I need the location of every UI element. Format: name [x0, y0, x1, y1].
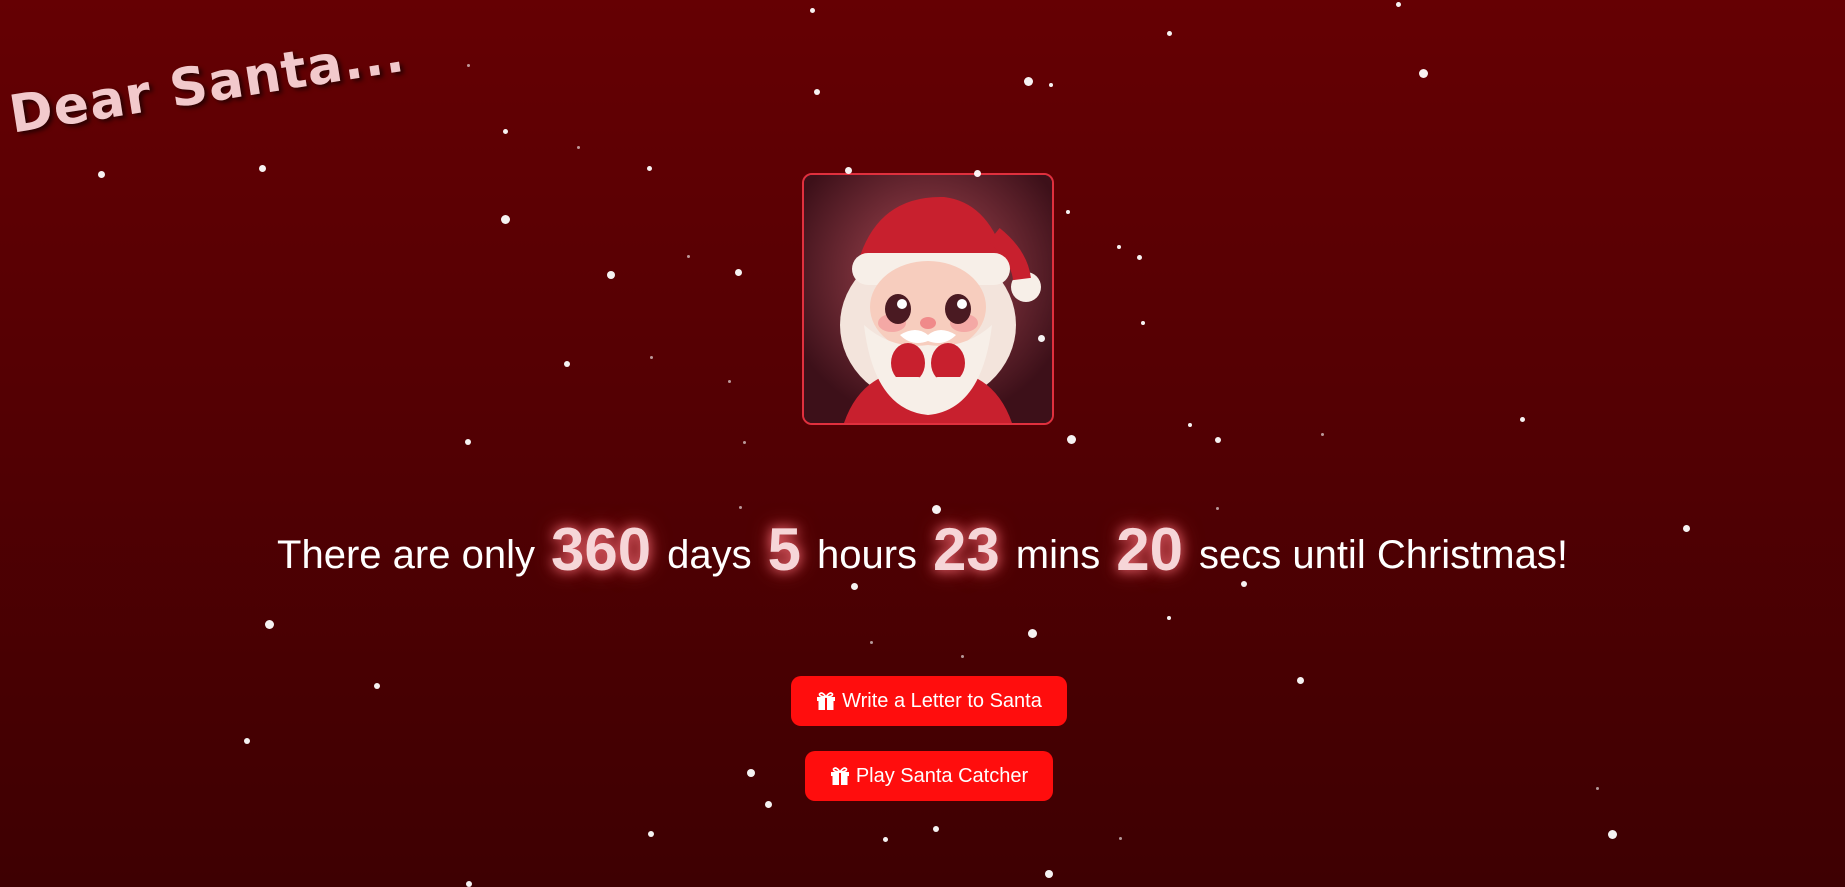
snowflake: [686, 254, 690, 258]
snowflake: [727, 379, 731, 383]
snowflake: [960, 654, 964, 658]
snowflake: [1117, 245, 1121, 249]
snowflake: [576, 145, 580, 149]
snowflake: [1118, 836, 1122, 840]
snowflake: [1418, 68, 1428, 78]
snowflake: [882, 836, 888, 842]
gift-icon: [830, 767, 849, 785]
snowflake: [738, 505, 742, 509]
countdown-suffix: secs until Christmas!: [1198, 533, 1568, 577]
countdown-hours-label: hours: [816, 533, 918, 577]
snowflake: [1167, 616, 1171, 620]
snowflake: [648, 831, 654, 837]
snowflake: [1141, 321, 1145, 325]
snowflake: [1027, 628, 1037, 638]
snowflake: [814, 89, 820, 95]
snowflake: [734, 268, 742, 276]
snowflake: [1519, 416, 1525, 422]
snowflake: [809, 7, 815, 13]
snowflake: [1320, 432, 1324, 436]
play-santa-catcher-button[interactable]: Play Santa Catcher: [805, 751, 1053, 801]
snowflake: [1066, 434, 1076, 444]
countdown-days-label: days: [667, 533, 752, 577]
snowflake: [742, 440, 746, 444]
countdown-mins-value: 23: [933, 516, 1000, 583]
snowflake: [869, 640, 873, 644]
play-santa-catcher-label: Play Santa Catcher: [855, 764, 1029, 787]
snowflake: [1607, 829, 1617, 839]
snowflake: [1166, 30, 1172, 36]
snowflake: [933, 826, 939, 832]
site-logo[interactable]: Dear Santa...: [5, 24, 409, 146]
snowflake: [764, 800, 772, 808]
snowflake: [244, 738, 250, 744]
countdown-hours-value: 5: [767, 516, 801, 583]
countdown-prefix: There are only: [277, 533, 535, 577]
snowflake: [502, 128, 508, 134]
snowflake: [1215, 437, 1221, 443]
countdown-secs-value: 20: [1116, 516, 1183, 583]
write-letter-button[interactable]: Write a Letter to Santa: [791, 676, 1067, 726]
countdown-mins-label: mins: [1015, 533, 1101, 577]
snowflake: [1395, 1, 1401, 7]
snowflake: [1136, 254, 1142, 260]
snowflake: [97, 170, 105, 178]
snowflake: [747, 769, 755, 777]
snowflake: [646, 165, 652, 171]
snowflake: [931, 504, 941, 514]
snowflake: [500, 214, 510, 224]
snowflake: [564, 361, 570, 367]
snowflake: [264, 619, 274, 629]
snowflake: [1188, 423, 1192, 427]
snowflake: [1066, 210, 1070, 214]
santa-illustration: [804, 175, 1052, 423]
snowflake: [1215, 506, 1219, 510]
snowflake: [1296, 676, 1304, 684]
snowflake: [1045, 870, 1053, 878]
snowflake: [649, 355, 653, 359]
snowflake: [1595, 786, 1599, 790]
countdown-days-value: 360: [550, 516, 652, 583]
snowflake: [465, 439, 471, 445]
write-letter-label: Write a Letter to Santa: [842, 689, 1042, 712]
snowflake: [466, 63, 470, 67]
snowflake: [258, 164, 266, 172]
santa-image: [802, 173, 1054, 425]
snowflake: [374, 683, 380, 689]
snowflake: [1049, 83, 1053, 87]
snowflake: [466, 881, 472, 887]
snowflake: [1023, 76, 1033, 86]
gift-icon: [817, 692, 836, 710]
snowflake: [607, 271, 615, 279]
christmas-countdown: There are only 360 days 5 hours 23 mins 20 secs …: [0, 515, 1845, 584]
